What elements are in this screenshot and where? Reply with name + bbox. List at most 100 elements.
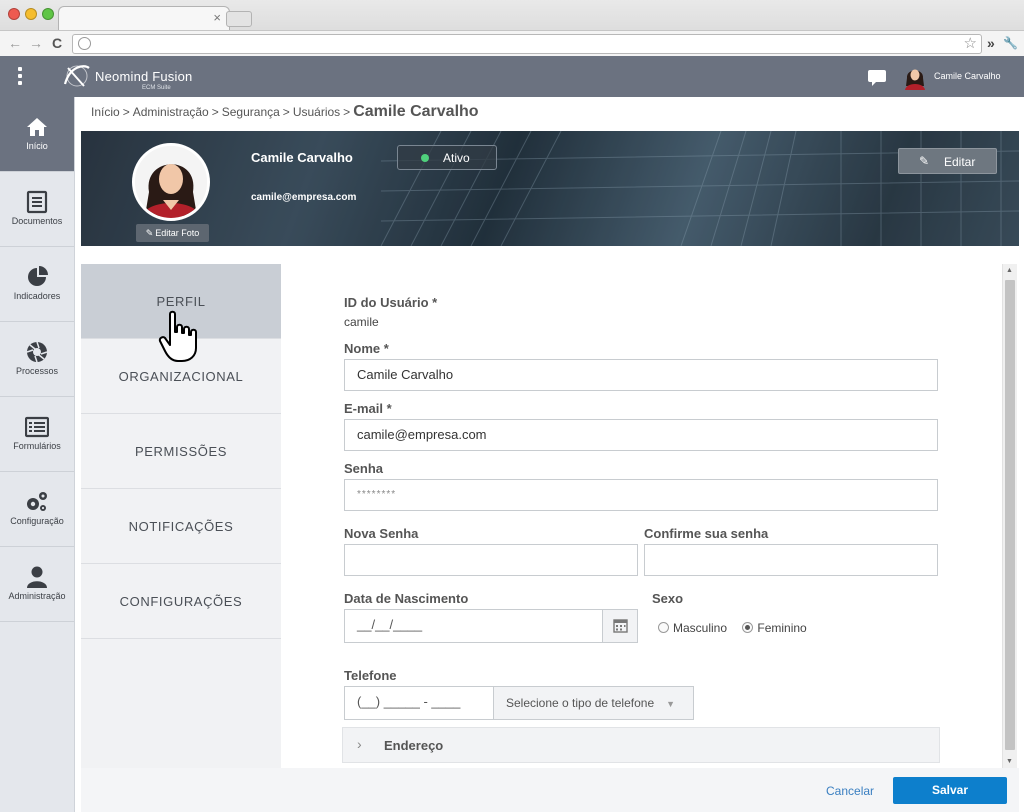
minimize-window-button[interactable]	[25, 8, 37, 20]
user-id-value: camile	[344, 315, 379, 329]
avatar-icon	[905, 69, 925, 90]
app-header: Neomind Fusion ECM Suite Camile Carvalho	[0, 56, 1024, 97]
user-id-label: ID do Usuário *	[344, 295, 438, 310]
app-logo[interactable]: Neomind Fusion ECM Suite	[62, 62, 202, 92]
sidebar-item-processos[interactable]: Processos	[0, 322, 74, 397]
sidebar-item-administracao[interactable]: Administração	[0, 547, 74, 622]
phone-type-select[interactable]: Selecione o tipo de telefone ▼	[493, 686, 694, 720]
sex-options: Masculino Feminino	[658, 621, 807, 635]
cancel-button[interactable]: Cancelar	[826, 784, 874, 798]
profile-content: PERFIL ORGANIZACIONAL PERMISSÕES NOTIFIC…	[81, 264, 1019, 768]
scroll-down-icon[interactable]: ▼	[1006, 758, 1013, 765]
form-list-icon	[25, 416, 49, 438]
profile-form: ID do Usuário * camile Nome * Camile Car…	[281, 264, 1001, 768]
browser-tab[interactable]: ×	[58, 6, 230, 30]
radio-label: Feminino	[757, 621, 807, 635]
calendar-button[interactable]	[602, 609, 638, 643]
sidebar-item-label: Formulários	[13, 441, 61, 451]
extensions-icon[interactable]: »	[987, 34, 995, 52]
tab-permissoes[interactable]: PERMISSÕES	[81, 414, 281, 489]
status-badge[interactable]: Ativo	[397, 145, 497, 170]
sidebar-item-indicadores[interactable]: Indicadores	[0, 247, 74, 322]
window-controls	[8, 8, 54, 20]
profile-email: camile@empresa.com	[251, 192, 357, 203]
tab-notificacoes[interactable]: NOTIFICAÇÕES	[81, 489, 281, 564]
breadcrumb-link[interactable]: Início	[91, 105, 120, 119]
tab-configuracoes[interactable]: CONFIGURAÇÕES	[81, 564, 281, 639]
logo-subtitle: ECM Suite	[142, 85, 171, 91]
email-label: E-mail *	[344, 401, 392, 416]
sex-label: Sexo	[652, 591, 684, 606]
address-bar[interactable]: ☆	[72, 34, 982, 54]
header-user-name[interactable]: Camile Carvalho	[934, 71, 1001, 81]
scroll-up-icon[interactable]: ▲	[1006, 267, 1013, 274]
logo-mark-icon	[63, 65, 90, 87]
profile-banner: ✎ Editar Foto Camile Carvalho camile@empr…	[81, 131, 1019, 246]
close-window-button[interactable]	[8, 8, 20, 20]
new-password-label: Nova Senha	[344, 526, 419, 541]
confirm-password-field[interactable]	[644, 544, 938, 576]
profile-name: Camile Carvalho	[251, 150, 353, 165]
sidebar: Início Documentos Indicadores Processos …	[0, 97, 75, 812]
sidebar-item-documentos[interactable]: Documentos	[0, 172, 74, 247]
forward-icon[interactable]: →	[29, 34, 43, 52]
breadcrumb-link[interactable]: Segurança	[222, 105, 280, 119]
globe-icon	[78, 37, 91, 50]
edit-profile-button[interactable]: ✎ Editar	[898, 148, 997, 174]
sidebar-item-configuracao[interactable]: Configuração	[0, 472, 74, 547]
page-title: Camile Carvalho	[353, 103, 479, 120]
radio-masculino[interactable]: Masculino	[658, 621, 727, 635]
browser-navbar: ← → C ☆ » 🔧	[0, 30, 1024, 56]
save-button[interactable]: Salvar	[893, 777, 1007, 804]
new-tab-button[interactable]	[226, 11, 252, 27]
menu-dots-icon[interactable]	[18, 67, 24, 88]
sidebar-item-inicio[interactable]: Início	[0, 97, 74, 172]
email-field[interactable]: camile@empresa.com	[344, 419, 938, 451]
user-avatar[interactable]	[904, 64, 926, 90]
new-password-field[interactable]	[344, 544, 638, 576]
radio-checked-icon	[742, 622, 754, 633]
edit-button-label: Editar	[944, 155, 976, 169]
building-background-image	[81, 131, 1019, 246]
sidebar-item-formularios[interactable]: Formulários	[0, 397, 74, 472]
caret-down-icon: ▼	[666, 699, 676, 709]
radio-label: Masculino	[673, 621, 728, 635]
pencil-icon: ✎	[919, 154, 930, 168]
name-label: Nome *	[344, 341, 389, 356]
maximize-window-button[interactable]	[42, 8, 54, 20]
radio-feminino[interactable]: Feminino	[742, 621, 807, 635]
sidebar-item-label: Início	[26, 141, 48, 151]
pie-chart-icon	[28, 266, 48, 286]
calendar-icon	[613, 619, 628, 633]
breadcrumb-separator: >	[211, 105, 219, 119]
chat-icon[interactable]	[868, 70, 886, 86]
password-field[interactable]: ********	[344, 479, 938, 511]
aperture-icon	[26, 341, 48, 363]
document-icon	[26, 190, 48, 214]
browser-chrome: × ← → C ☆ » 🔧	[0, 0, 1024, 56]
form-scrollbar[interactable]: ▲ ▼	[1002, 264, 1017, 768]
tab-close-icon[interactable]: ×	[213, 10, 221, 25]
breadcrumb-link[interactable]: Administração	[133, 105, 209, 119]
name-field[interactable]: Camile Carvalho	[344, 359, 938, 391]
edit-photo-button[interactable]: ✎ Editar Foto	[136, 224, 209, 242]
radio-icon	[658, 622, 669, 633]
password-label: Senha	[344, 461, 384, 476]
birthdate-label: Data de Nascimento	[344, 591, 469, 606]
address-label: Endereço	[384, 738, 444, 753]
reload-icon[interactable]: C	[52, 34, 62, 52]
back-icon[interactable]: ←	[8, 34, 22, 52]
scroll-thumb[interactable]	[1005, 280, 1015, 750]
breadcrumb-separator: >	[343, 105, 351, 119]
wrench-icon[interactable]: 🔧	[1003, 34, 1018, 52]
breadcrumb-link[interactable]: Usuários	[293, 105, 340, 119]
pencil-icon: ✎	[145, 228, 154, 238]
edit-photo-label: Editar Foto	[155, 228, 200, 238]
phone-field[interactable]: (__) _____ - ____	[344, 686, 494, 720]
user-icon	[27, 566, 47, 588]
birthdate-field[interactable]: __/__/____	[344, 609, 603, 643]
sidebar-item-label: Administração	[8, 591, 66, 601]
profile-photo-icon	[135, 146, 207, 218]
address-accordion[interactable]: › Endereço	[342, 727, 940, 763]
bookmark-star-icon[interactable]: ☆	[964, 35, 977, 53]
